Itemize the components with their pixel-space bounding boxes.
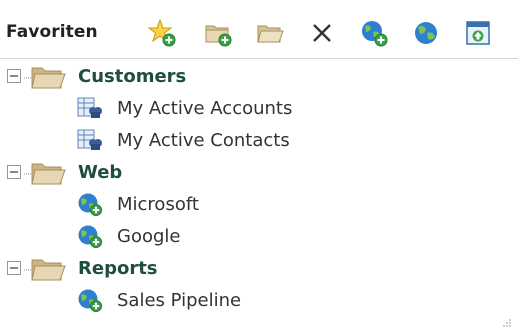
star-add-icon <box>147 18 176 47</box>
add-folder-button[interactable] <box>202 17 234 49</box>
globe-add-icon <box>78 289 102 312</box>
web-link-button[interactable] <box>410 17 442 49</box>
globe-add-icon <box>78 225 102 248</box>
close-icon <box>313 24 331 42</box>
tree-folder-label: Web <box>78 161 123 183</box>
tree-item-label: Google <box>117 225 181 247</box>
open-window-button[interactable] <box>462 17 494 49</box>
folder-add-icon <box>205 25 232 47</box>
collapse-toggle-icon[interactable] <box>7 69 21 83</box>
collapse-toggle-icon[interactable] <box>7 261 21 275</box>
toolbar-title: Favoriten <box>6 22 98 42</box>
tree-item-label: Microsoft <box>117 193 199 215</box>
folder-open-icon <box>24 259 66 281</box>
tree-folder-label: Customers <box>78 65 187 87</box>
collapse-toggle-icon[interactable] <box>7 165 21 179</box>
tree-item-label: My Active Accounts <box>117 97 293 119</box>
resize-grip-icon[interactable] <box>502 318 512 328</box>
window-up-icon <box>466 21 490 45</box>
folder-open-icon <box>257 25 284 43</box>
globe-add-icon <box>362 21 388 47</box>
add-favorite-button[interactable] <box>146 17 178 49</box>
tree-item-label: Sales Pipeline <box>117 289 242 311</box>
globe-add-icon <box>78 193 102 216</box>
add-web-link-button[interactable] <box>358 17 390 49</box>
open-folder-button[interactable] <box>254 17 286 49</box>
folder-open-icon <box>24 163 66 185</box>
favorites-toolbar: Favoriten <box>0 0 518 59</box>
globe-icon <box>415 22 437 44</box>
view-grid-icon <box>77 129 102 150</box>
favorites-tree: Customers My Active Accounts My Active C… <box>0 58 518 334</box>
tree-folder-label: Reports <box>78 257 158 279</box>
delete-button[interactable] <box>306 17 338 49</box>
view-grid-icon <box>77 97 102 118</box>
tree-item-label: My Active Contacts <box>117 129 290 151</box>
folder-open-icon <box>24 67 66 89</box>
